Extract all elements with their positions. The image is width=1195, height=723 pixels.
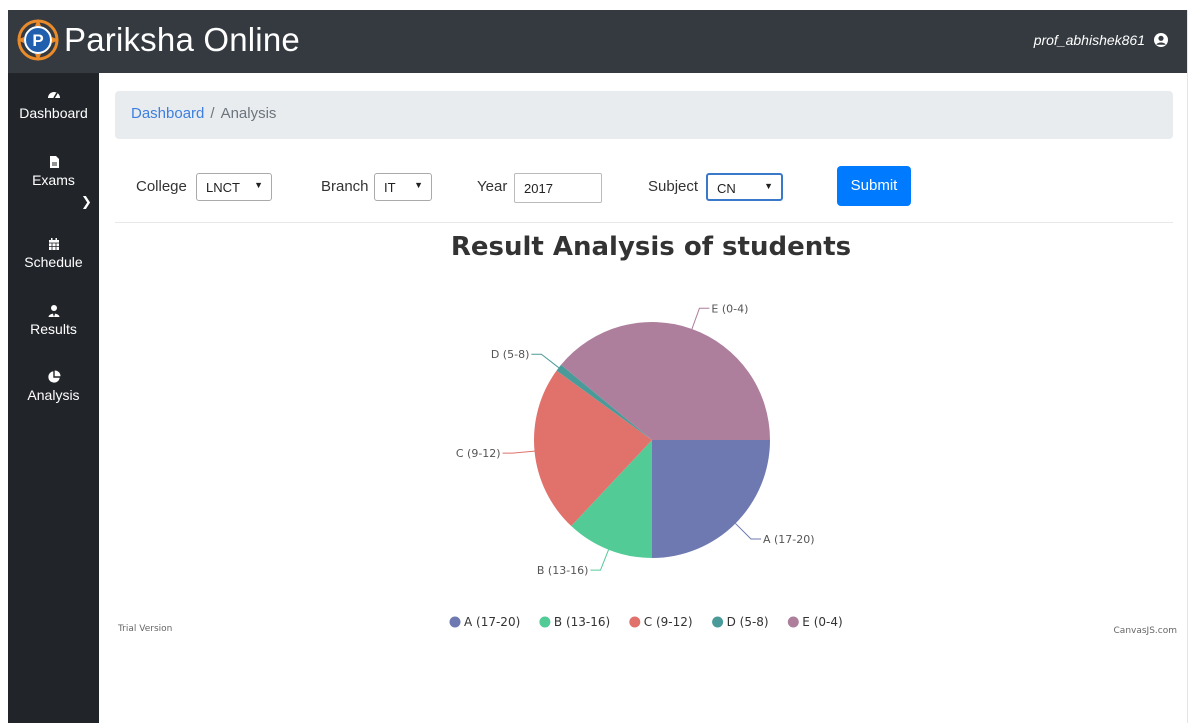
top-navbar: P Pariksha Online prof_abhishek861 [8, 10, 1187, 73]
label-leader-line [691, 307, 710, 330]
legend-marker [539, 616, 551, 628]
dropdown-arrow-icon: ▼ [254, 180, 263, 190]
legend-item-b-13-16[interactable]: B (13-16) [539, 615, 610, 629]
brand[interactable]: P Pariksha Online [16, 18, 300, 62]
legend-marker [712, 616, 724, 628]
legend-label: A (17-20) [464, 615, 520, 629]
main-content: Dashboard / Analysis College LNCT ▼ Branch … [99, 73, 1187, 723]
trial-version-text: Trial Version [117, 624, 172, 634]
breadcrumb-current: Analysis [220, 105, 277, 122]
window-edge [1187, 10, 1195, 723]
submit-button[interactable]: Submit [837, 166, 911, 206]
slice-label: D (5-8) [491, 348, 530, 361]
svg-text:P: P [32, 31, 43, 50]
sidebar-item-dashboard[interactable]: Dashboard [8, 88, 99, 121]
year-input[interactable]: 2017 [514, 173, 602, 203]
user-tie-icon [48, 305, 59, 317]
slice-label: C (9-12) [456, 447, 501, 460]
canvasjs-credit[interactable]: CanvasJS.com [1114, 626, 1177, 636]
year-input-value: 2017 [524, 181, 553, 196]
sidebar-item-exams[interactable]: Exams [8, 155, 99, 188]
subject-label: Subject [648, 178, 699, 195]
legend-item-e-0-4[interactable]: E (0-4) [787, 615, 843, 629]
college-label: College [136, 178, 187, 195]
college-select[interactable]: LNCT ▼ [196, 173, 272, 201]
chart-title: Result Analysis of students [451, 232, 851, 262]
legend-item-c-9-12[interactable]: C (9-12) [629, 615, 693, 629]
app-title: Pariksha Online [64, 21, 300, 58]
breadcrumb-dashboard-link[interactable]: Dashboard [131, 105, 204, 122]
label-leader-line [502, 450, 535, 454]
legend-marker [629, 616, 641, 628]
chevron-right-icon[interactable]: ❯ [81, 194, 92, 210]
pariksha-logo-icon: P [17, 19, 59, 61]
sidebar-item-label: Results [30, 321, 77, 337]
legend-label: B (13-16) [554, 615, 610, 629]
filter-form: College LNCT ▼ Branch IT ▼ Year 2017 Subje… [115, 163, 1173, 207]
result-pie-chart: Result Analysis of students A (17-20) B (… [117, 232, 1177, 636]
label-leader-line [590, 549, 610, 571]
dropdown-arrow-icon: ▼ [414, 180, 423, 190]
user-menu[interactable]: prof_abhishek861 [1034, 32, 1169, 48]
dropdown-arrow-icon: ▼ [764, 181, 773, 191]
breadcrumb: Dashboard / Analysis [115, 91, 1173, 139]
sidebar: Dashboard Exams ❯ Schedule Results Analy… [8, 73, 99, 723]
sidebar-item-schedule[interactable]: Schedule [8, 237, 99, 270]
pie-slices [534, 322, 770, 558]
calendar-icon [48, 238, 59, 250]
college-selected-value: LNCT [206, 180, 240, 195]
branch-select[interactable]: IT ▼ [374, 173, 432, 201]
app-window: P Pariksha Online prof_abhishek861 Dashb… [8, 10, 1195, 723]
year-label: Year [477, 178, 508, 195]
slice-label: E (0-4) [711, 302, 748, 315]
sidebar-item-label: Dashboard [19, 105, 88, 121]
branch-label: Branch [321, 178, 369, 195]
legend-label: C (9-12) [644, 615, 693, 629]
breadcrumb-separator: / [210, 105, 215, 122]
username: prof_abhishek861 [1033, 32, 1145, 48]
legend-item-d-5-8[interactable]: D (5-8) [712, 615, 769, 629]
sidebar-item-label: Analysis [27, 387, 80, 403]
slice-label: B (13-16) [537, 564, 589, 577]
legend-label: E (0-4) [802, 615, 842, 629]
label-leader-line [735, 523, 761, 540]
sidebar-item-label: Exams [32, 172, 75, 188]
sidebar-item-analysis[interactable]: Analysis [8, 370, 99, 403]
file-icon [49, 156, 59, 168]
label-leader-line [531, 353, 560, 369]
subject-select[interactable]: CN ▼ [706, 173, 783, 201]
user-circle-icon [1154, 33, 1168, 47]
legend-marker [787, 616, 799, 628]
pie-slice-a-17-20[interactable] [652, 440, 770, 558]
tachometer-icon [47, 92, 60, 99]
sidebar-item-results[interactable]: Results [8, 304, 99, 337]
chart-legend: A (17-20) B (13-16) C (9-12) D (5-8) E (0-4) [449, 615, 843, 629]
sidebar-item-label: Schedule [24, 254, 83, 270]
subject-selected-value: CN [717, 181, 736, 196]
slice-label: A (17-20) [763, 533, 815, 546]
legend-marker [449, 616, 461, 628]
pie-chart-icon [47, 370, 61, 383]
legend-label: D (5-8) [727, 615, 769, 629]
branch-selected-value: IT [384, 180, 396, 195]
legend-item-a-17-20[interactable]: A (17-20) [449, 615, 521, 629]
